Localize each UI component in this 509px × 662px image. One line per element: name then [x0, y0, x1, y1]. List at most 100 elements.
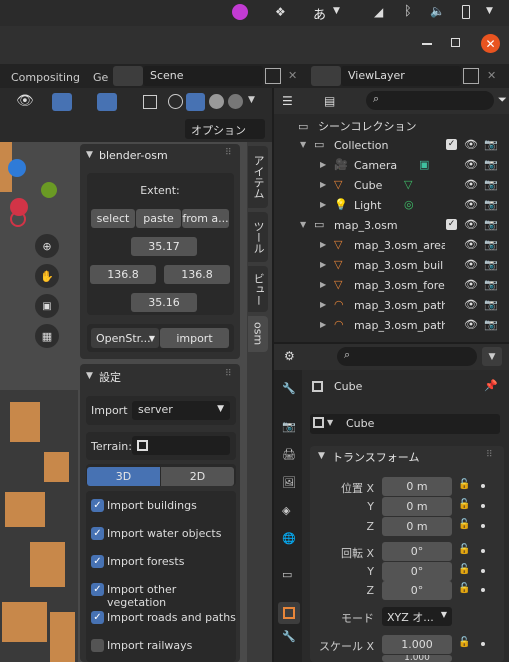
eye-icon[interactable]: 👁 — [464, 218, 478, 231]
bluetooth-icon[interactable]: ᛒ — [404, 4, 412, 19]
delete-viewlayer-icon[interactable]: ✕ — [487, 69, 496, 82]
outliner-editor-icon[interactable]: ☰ — [282, 94, 293, 108]
render-camera-icon[interactable]: 📷 — [484, 138, 498, 151]
expand-toggle-icon[interactable]: ▶ — [320, 180, 326, 189]
scene-collection-label[interactable]: シーンコレクション — [318, 118, 416, 134]
checkbox-import-forests[interactable]: ✓ — [91, 555, 104, 568]
render-tab-icon[interactable]: 📷 — [282, 420, 296, 433]
gizmo-y-axis[interactable] — [41, 182, 57, 198]
dropbox-icon[interactable]: ❖ — [275, 5, 286, 19]
tab-view[interactable]: ビュー — [248, 266, 268, 312]
pin-icon[interactable]: 📌 — [484, 379, 498, 392]
min-lon-field[interactable]: 136.8 — [90, 265, 156, 284]
outliner-row[interactable]: ▶ ◠ map_3.osm_path 👁 📷 — [274, 296, 509, 316]
panel-title[interactable]: blender-osm — [99, 149, 168, 162]
location-z-field[interactable]: 0 m — [382, 517, 452, 536]
gizmo-neg-x-axis[interactable] — [10, 211, 26, 227]
expand-toggle-icon[interactable]: ▶ — [320, 200, 326, 209]
modifier-tab-icon[interactable]: 🔧 — [282, 630, 296, 643]
panel-title[interactable]: 設定 — [99, 369, 121, 385]
scale-x-field[interactable]: 1.000 — [382, 635, 452, 654]
drag-handle-icon[interactable]: ⠿ — [225, 369, 232, 379]
eye-icon[interactable]: 👁 — [464, 258, 478, 271]
render-camera-icon[interactable]: 📷 — [484, 298, 498, 311]
chevron-down-icon[interactable]: ▼ — [248, 95, 255, 105]
chevron-down-icon[interactable]: ▼ — [318, 451, 325, 461]
mode-2d-button[interactable]: 2D — [161, 467, 234, 486]
camera-data-icon[interactable]: ▣ — [419, 158, 429, 171]
render-camera-icon[interactable]: 📷 — [484, 238, 498, 251]
expand-toggle-icon[interactable]: ▼ — [300, 220, 306, 229]
mesh-data-icon[interactable]: ▽ — [404, 178, 412, 191]
render-camera-icon[interactable]: 📷 — [484, 158, 498, 171]
outliner-row[interactable]: ▶ ▽ Cube ▽ 👁 📷 — [274, 176, 509, 196]
volume-icon[interactable]: 🔈 — [430, 4, 445, 18]
scene-tab-icon[interactable]: ◈ — [282, 504, 290, 517]
outliner-row[interactable]: ▶ 🎥 Camera ▣ 👁 📷 — [274, 156, 509, 176]
expand-toggle-icon[interactable]: ▶ — [320, 300, 326, 309]
object-name-field[interactable]: ▼ Cube — [310, 414, 500, 434]
lock-icon[interactable]: 🔓 — [458, 637, 470, 648]
eye-icon[interactable]: 👁 — [464, 198, 478, 211]
camera-view-icon[interactable]: ▣ — [35, 294, 59, 318]
render-camera-icon[interactable]: 📷 — [484, 318, 498, 331]
outliner-search-input[interactable]: ⌕ — [366, 91, 494, 110]
render-camera-icon[interactable]: 📷 — [484, 198, 498, 211]
eye-icon[interactable]: 👁 — [464, 278, 478, 291]
ime-indicator[interactable]: あ — [313, 4, 326, 23]
minimize-icon[interactable] — [422, 43, 432, 45]
location-y-field[interactable]: 0 m — [382, 497, 452, 516]
output-tab-icon[interactable]: 🖨 — [282, 448, 296, 461]
exclude-checkbox[interactable]: ✓ — [446, 139, 457, 150]
paste-button[interactable]: paste — [136, 209, 181, 228]
gizmo-toggle-icon[interactable] — [52, 93, 72, 111]
new-viewlayer-icon[interactable] — [463, 68, 479, 84]
lock-icon[interactable]: 🔓 — [458, 564, 470, 575]
tab-compositing[interactable]: Compositing — [11, 71, 80, 84]
outliner-row[interactable]: ▶ 💡 Light ◎ 👁 📷 — [274, 196, 509, 216]
solid-shading-icon[interactable] — [186, 93, 205, 111]
outliner-row[interactable]: ▶ ▽ map_3.osm_buil 👁 📷 — [274, 256, 509, 276]
pan-hand-icon[interactable]: ✋ — [35, 264, 59, 288]
expand-toggle-icon[interactable]: ▶ — [320, 260, 326, 269]
tab-tool[interactable]: ツール — [248, 212, 268, 262]
properties-search-input[interactable]: ⌕ — [337, 347, 477, 366]
viewlayer-name-field[interactable]: ViewLayer — [341, 66, 461, 86]
app-icon[interactable] — [232, 4, 248, 20]
lock-icon[interactable]: 🔓 — [458, 519, 470, 530]
transform-section-title[interactable]: トランスフォーム — [332, 449, 419, 465]
eye-icon[interactable]: 👁 — [464, 298, 478, 311]
options-dropdown[interactable]: オプション — [185, 119, 265, 139]
checkbox-import-buildings[interactable]: ✓ — [91, 499, 104, 512]
tab-item[interactable]: アイテム — [248, 146, 268, 208]
new-scene-icon[interactable] — [265, 68, 281, 84]
rendered-shading-icon[interactable] — [228, 94, 243, 109]
chevron-down-icon[interactable]: ▼ — [86, 150, 93, 160]
tool-tab-icon[interactable]: 🔧 — [282, 382, 296, 395]
tab-geometry[interactable]: Ge — [93, 71, 108, 84]
select-button[interactable]: select — [91, 209, 135, 228]
lock-icon[interactable]: 🔓 — [458, 583, 470, 594]
keyframe-dot-icon[interactable] — [481, 549, 485, 553]
rotation-z-field[interactable]: 0° — [382, 581, 452, 600]
keyframe-dot-icon[interactable] — [481, 569, 485, 573]
checkbox-import-water[interactable]: ✓ — [91, 527, 104, 540]
properties-editor-icon[interactable]: ⚙ — [284, 349, 295, 363]
data-source-dropdown[interactable]: OpenStr... ▼ — [91, 328, 159, 348]
rotation-x-field[interactable]: 0° — [382, 542, 452, 561]
view-layer-tab-icon[interactable]: 🖼 — [282, 476, 296, 489]
exclude-checkbox[interactable]: ✓ — [446, 219, 457, 230]
lock-icon[interactable]: 🔓 — [458, 499, 470, 510]
max-lon-field[interactable]: 136.8 — [164, 265, 230, 284]
terrain-field[interactable] — [132, 436, 230, 455]
import-source-dropdown[interactable]: server ▼ — [132, 401, 230, 420]
outliner-row[interactable]: ▼ ▭ map_3.osm ✓ 👁 📷 — [274, 216, 509, 236]
keyframe-dot-icon[interactable] — [481, 484, 485, 488]
overlay-toggle-icon[interactable] — [97, 93, 117, 111]
gizmo-z-axis[interactable] — [8, 159, 26, 177]
eye-icon[interactable]: 👁 — [464, 158, 478, 171]
render-camera-icon[interactable]: 📷 — [484, 218, 498, 231]
scene-selector-button[interactable] — [113, 66, 143, 86]
close-window-button[interactable]: ✕ — [481, 34, 500, 53]
scale-y-field[interactable]: 1.000 — [382, 655, 452, 662]
